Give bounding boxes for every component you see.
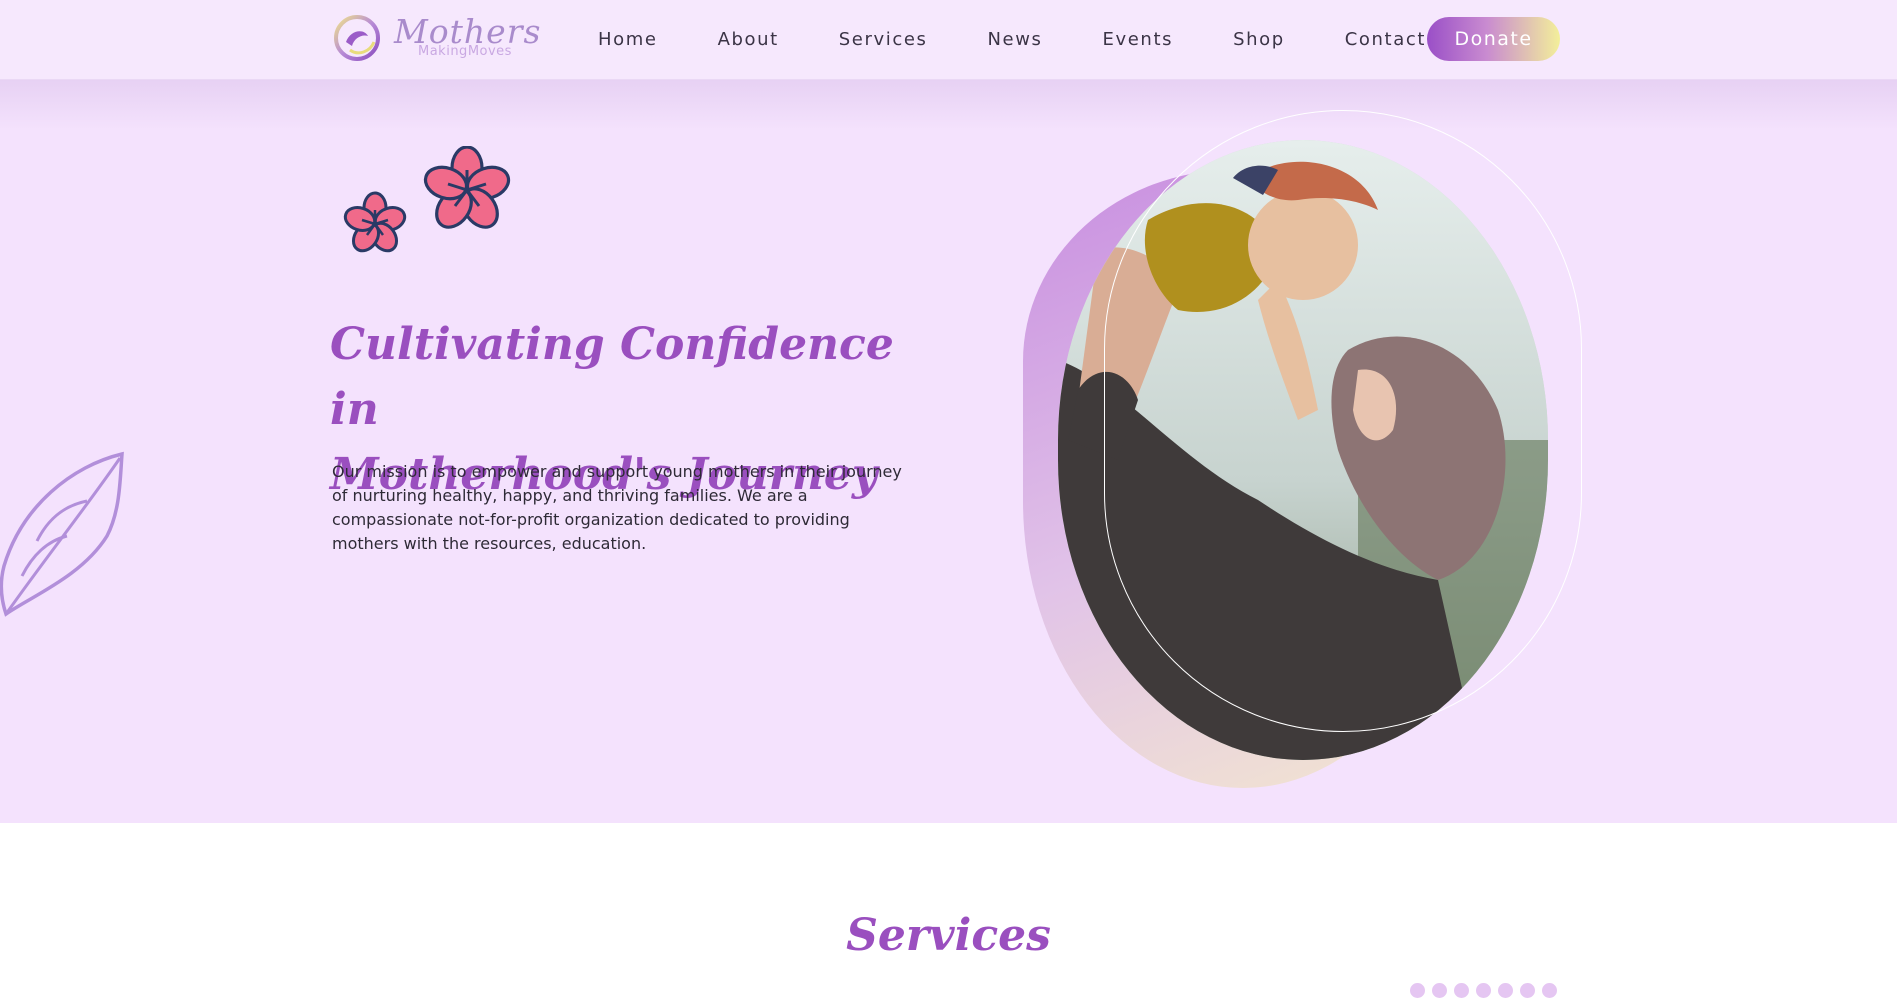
nav-contact[interactable]: Contact xyxy=(1345,29,1426,50)
carousel-dot[interactable] xyxy=(1410,983,1425,998)
flower-icon xyxy=(343,146,511,253)
donate-button[interactable]: Donate xyxy=(1427,17,1560,61)
carousel-dot[interactable] xyxy=(1476,983,1491,998)
hero-section: Cultivating Confidence in Motherhood's J… xyxy=(0,80,1897,823)
header-shadow xyxy=(0,80,1897,130)
brand-logo[interactable]: Mothers MakingMoves xyxy=(332,10,540,68)
carousel-dot[interactable] xyxy=(1454,983,1469,998)
hero-image-frame xyxy=(1020,110,1590,823)
main-nav: Home About Services News Events Shop Con… xyxy=(570,0,1426,78)
carousel-dots xyxy=(1410,983,1564,998)
image-outline-ring xyxy=(1104,110,1582,732)
hero-title-line-1: Cultivating Confidence in xyxy=(330,319,894,435)
carousel-dot[interactable] xyxy=(1520,983,1535,998)
leaf-icon xyxy=(0,451,124,617)
nav-services[interactable]: Services xyxy=(839,29,928,50)
nav-about[interactable]: About xyxy=(718,29,779,50)
hero-description: Our mission is to empower and support yo… xyxy=(332,462,902,553)
carousel-dot[interactable] xyxy=(1432,983,1447,998)
nav-home[interactable]: Home xyxy=(598,29,658,50)
mother-swirl-icon xyxy=(334,15,380,61)
nav-news[interactable]: News xyxy=(987,29,1042,50)
nav-events[interactable]: Events xyxy=(1103,29,1174,50)
site-header: Mothers MakingMoves Home About Services … xyxy=(0,0,1897,80)
services-heading: Services xyxy=(846,910,1051,961)
carousel-dot[interactable] xyxy=(1542,983,1557,998)
carousel-dot[interactable] xyxy=(1498,983,1513,998)
brand-subtitle: MakingMoves xyxy=(418,44,512,59)
nav-shop[interactable]: Shop xyxy=(1233,29,1285,50)
